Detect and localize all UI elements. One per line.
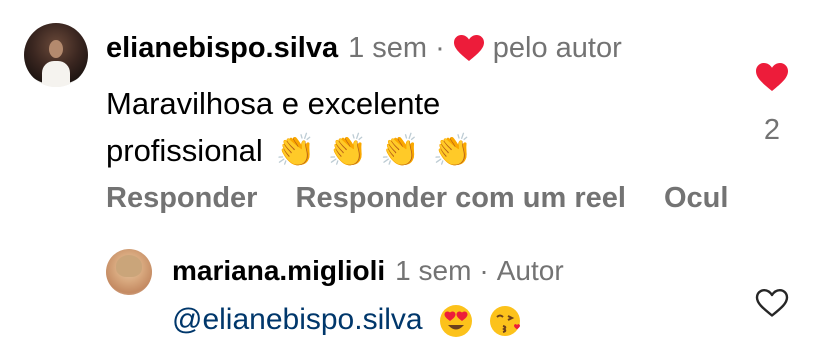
clapping-hands-emoji: 👏 bbox=[327, 131, 368, 169]
avatar-face bbox=[49, 40, 63, 58]
like-count: 2 bbox=[763, 114, 781, 146]
liked-by-author-label: pelo autor bbox=[492, 31, 622, 64]
mention-link[interactable]: @elianebispo.silva bbox=[172, 303, 423, 336]
kissing-face-emoji bbox=[490, 306, 521, 337]
avatar-hair bbox=[116, 255, 142, 277]
comment-actions: Responder Responder com um reel Ocul bbox=[106, 182, 758, 215]
reply-header: mariana.miglioli 1 sem · Autor bbox=[172, 253, 564, 289]
avatar[interactable] bbox=[24, 23, 88, 87]
comment-text: Maravilhosa e excelente profissional 👏 👏… bbox=[106, 80, 666, 174]
comment-time: 1 sem bbox=[348, 31, 428, 64]
reply-time: 1 sem bbox=[395, 255, 472, 286]
author-badge: Autor bbox=[496, 255, 564, 286]
clapping-hands-emoji: 👏 bbox=[380, 131, 421, 169]
comment-like-column: 2 bbox=[750, 62, 794, 147]
like-heart-icon[interactable] bbox=[755, 62, 789, 92]
reply-button[interactable]: Responder bbox=[106, 182, 257, 214]
reply-text: @elianebispo.silva bbox=[172, 303, 523, 338]
reply-like-heart-outline-icon[interactable] bbox=[755, 288, 789, 318]
hide-button[interactable]: Ocul bbox=[664, 182, 728, 214]
clapping-hands-emoji: 👏 bbox=[275, 131, 316, 169]
liked-by-author-heart-icon bbox=[453, 35, 484, 61]
reply-with-reel-button[interactable]: Responder com um reel bbox=[296, 182, 626, 214]
comment-username[interactable]: elianebispo.silva bbox=[106, 32, 338, 65]
comment-text-word: profissional bbox=[106, 133, 263, 168]
reply-username[interactable]: mariana.miglioli bbox=[172, 255, 385, 287]
comment-text-line-1: Maravilhosa e excelente bbox=[106, 86, 441, 121]
heart-eyes-emoji bbox=[439, 305, 472, 338]
separator-dot: · bbox=[435, 31, 445, 64]
avatar-body bbox=[42, 61, 70, 87]
clapping-hands-emoji: 👏 bbox=[432, 131, 473, 169]
reply-avatar[interactable] bbox=[106, 249, 152, 295]
comment-text-line-2: profissional 👏 👏 👏 👏 bbox=[106, 127, 666, 174]
comment-header: elianebispo.silva 1 sem · pelo autor bbox=[106, 28, 622, 68]
separator-dot: · bbox=[479, 255, 489, 286]
